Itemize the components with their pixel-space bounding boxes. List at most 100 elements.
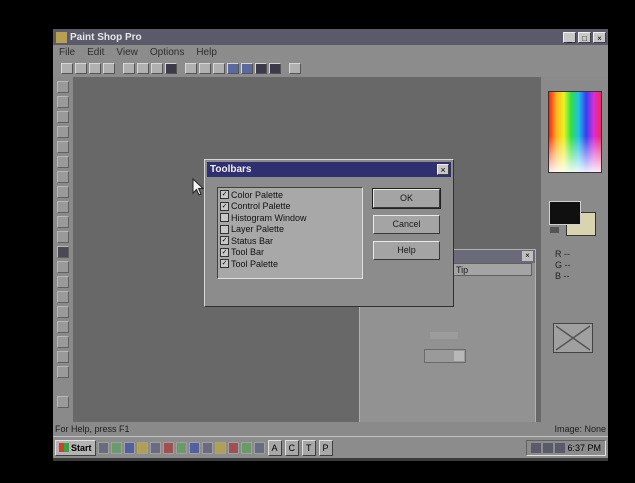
checkbox-tool-bar[interactable]: ✓ Tool Bar [218, 247, 362, 259]
menu-options[interactable]: Options [144, 47, 190, 58]
mover-tool-icon[interactable] [57, 141, 69, 153]
start-button[interactable]: Start [55, 439, 96, 456]
dialog-title: Toolbars [210, 164, 252, 175]
paste-icon[interactable] [165, 63, 177, 74]
quicklaunch-icon[interactable] [123, 441, 135, 454]
extra-tool-icon[interactable] [57, 396, 69, 408]
quicklaunch-icon[interactable] [136, 441, 148, 454]
control-palette-spinner[interactable] [424, 349, 466, 363]
checkbox-icon[interactable]: ✓ [220, 259, 229, 269]
swap-colors-icon[interactable] [550, 227, 559, 233]
app-title-bar[interactable]: Paint Shop Pro _ □ × [53, 29, 608, 45]
crop-tool-icon[interactable] [57, 126, 69, 138]
red-value: R -- [555, 249, 570, 259]
checkbox-icon[interactable] [220, 224, 229, 234]
quicklaunch-icon[interactable] [227, 441, 239, 454]
quicklaunch-icon[interactable] [110, 441, 122, 454]
taskbar-button[interactable]: C [284, 439, 300, 456]
tip-tab[interactable]: Tip [452, 263, 532, 276]
quicklaunch-icon[interactable] [175, 441, 187, 454]
ok-button[interactable]: OK [372, 188, 441, 209]
tray-icon[interactable] [555, 442, 566, 453]
cancel-button[interactable]: Cancel [373, 215, 440, 234]
checkbox-tool-palette[interactable]: ✓ Tool Palette [218, 258, 362, 270]
magic-wand-tool-icon[interactable] [57, 186, 69, 198]
taskbar-button[interactable]: T [302, 439, 316, 456]
blue-value: B -- [555, 271, 570, 281]
taskbar-button[interactable]: A [267, 439, 282, 456]
flood-fill-tool-icon[interactable] [57, 321, 69, 333]
checkbox-layer-palette[interactable]: Layer Palette [218, 224, 362, 236]
color-spectrum[interactable] [548, 91, 602, 173]
dialog-close-button[interactable]: × [437, 164, 449, 175]
checkbox-label: Control Palette [231, 201, 291, 212]
capture-icon[interactable] [213, 63, 225, 74]
checkbox-histogram-window[interactable]: Histogram Window [218, 212, 362, 224]
toolbar-checklist: ✓ Color Palette ✓ Control Palette Histog… [217, 187, 363, 279]
save-icon[interactable] [89, 63, 101, 74]
menu-view[interactable]: View [110, 47, 144, 58]
airbrush-tool-icon[interactable] [57, 306, 69, 318]
layers-icon[interactable] [241, 63, 253, 74]
close-button[interactable]: × [593, 31, 606, 43]
undo-icon[interactable] [123, 63, 135, 74]
picture-tube-tool-icon[interactable] [57, 291, 69, 303]
eraser-tool-icon[interactable] [57, 276, 69, 288]
tray-icon[interactable] [531, 442, 542, 453]
dialog-title-bar[interactable]: Toolbars × [207, 162, 451, 177]
selection-tool-icon[interactable] [57, 156, 69, 168]
checkbox-status-bar[interactable]: ✓ Status Bar [218, 235, 362, 247]
copy-icon[interactable] [151, 63, 163, 74]
dropper-tool-icon[interactable] [57, 201, 69, 213]
control-palette-close-button[interactable]: × [522, 251, 533, 261]
quicklaunch-icon[interactable] [149, 441, 161, 454]
quicklaunch-icon[interactable] [162, 441, 174, 454]
retouch-tool-icon[interactable] [57, 261, 69, 273]
minimize-button[interactable]: _ [563, 31, 576, 43]
tray-icon[interactable] [543, 442, 554, 453]
deformation-tool-icon[interactable] [57, 111, 69, 123]
clone-brush-tool-icon[interactable] [57, 231, 69, 243]
arrow-tool-icon[interactable] [57, 81, 69, 93]
tool-palette-icon[interactable] [269, 63, 281, 74]
cut-icon[interactable] [137, 63, 149, 74]
checkbox-color-palette[interactable]: ✓ Color Palette [218, 189, 362, 201]
checkbox-icon[interactable]: ✓ [220, 236, 229, 246]
line-tool-icon[interactable] [57, 351, 69, 363]
print-icon[interactable] [103, 63, 115, 74]
quicklaunch-icon[interactable] [240, 441, 252, 454]
palette-icon[interactable] [227, 63, 239, 74]
shapes-tool-icon[interactable] [57, 366, 69, 378]
histogram-icon[interactable] [255, 63, 267, 74]
maximize-button[interactable]: □ [578, 31, 591, 43]
checkbox-icon[interactable]: ✓ [220, 190, 229, 200]
clock[interactable]: 6:37 PM [567, 443, 601, 453]
taskbar-button[interactable]: P [318, 439, 333, 456]
checkbox-icon[interactable]: ✓ [220, 201, 229, 211]
text-tool-icon[interactable] [57, 336, 69, 348]
zoom-tool-icon[interactable] [57, 96, 69, 108]
help-icon[interactable] [289, 63, 301, 74]
paint-brush-tool-icon[interactable] [57, 216, 69, 228]
quicklaunch-icon[interactable] [97, 441, 109, 454]
quicklaunch-icon[interactable] [214, 441, 226, 454]
quicklaunch-icon[interactable] [253, 441, 265, 454]
new-icon[interactable] [61, 63, 73, 74]
menu-edit[interactable]: Edit [81, 47, 110, 58]
color-replacer-tool-icon[interactable] [57, 246, 69, 258]
help-button[interactable]: Help [373, 241, 440, 260]
open-icon[interactable] [75, 63, 87, 74]
mouse-pointer-icon [192, 178, 204, 196]
menu-file[interactable]: File [53, 47, 81, 58]
quicklaunch-icon[interactable] [201, 441, 213, 454]
foreground-color-swatch[interactable] [549, 201, 581, 225]
checkbox-icon[interactable]: ✓ [220, 247, 229, 257]
spinner-arrow-icon[interactable] [454, 351, 464, 361]
quicklaunch-icon[interactable] [188, 441, 200, 454]
checkbox-control-palette[interactable]: ✓ Control Palette [218, 201, 362, 213]
checkbox-icon[interactable] [220, 213, 229, 223]
zoom-icon[interactable] [185, 63, 197, 74]
browse-icon[interactable] [199, 63, 211, 74]
freehand-tool-icon[interactable] [57, 171, 69, 183]
menu-help[interactable]: Help [190, 47, 223, 58]
